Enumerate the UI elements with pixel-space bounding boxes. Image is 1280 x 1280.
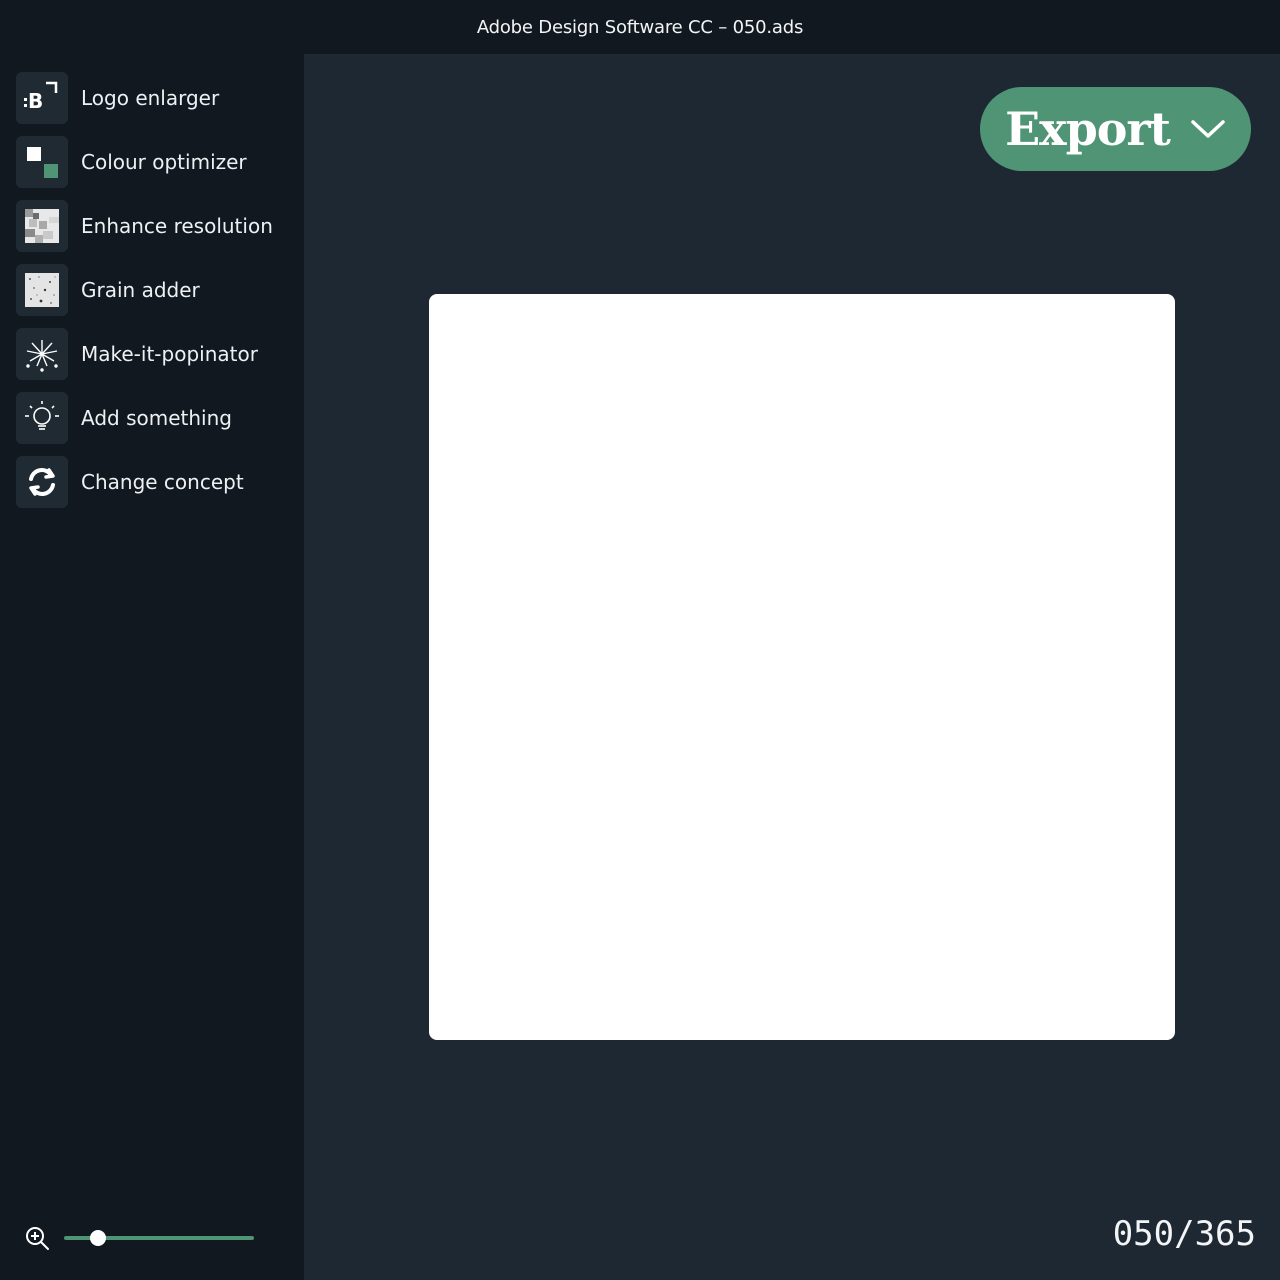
zoom-slider[interactable] (64, 1230, 254, 1246)
zoom-control (24, 1224, 264, 1252)
zoom-in-icon[interactable] (24, 1225, 50, 1251)
tool-sidebar: B Logo enlarger Colour optimizer Enhance… (0, 54, 304, 1280)
tool-label: Logo enlarger (81, 86, 220, 110)
title-bar: Adobe Design Software CC – 050.ads (0, 0, 1280, 54)
logo-enlarge-icon: B (16, 72, 68, 124)
tool-label: Make-it-popinator (81, 342, 258, 366)
pixelated-image-icon (16, 200, 68, 252)
tool-grain-adder[interactable]: Grain adder (16, 264, 296, 316)
tool-logo-enlarger[interactable]: B Logo enlarger (16, 72, 296, 124)
tool-label: Colour optimizer (81, 150, 247, 174)
chevron-down-icon (1190, 118, 1226, 140)
tool-make-it-popinator[interactable]: Make-it-popinator (16, 328, 296, 380)
grain-texture-icon (16, 264, 68, 316)
export-label: Export (1005, 102, 1171, 156)
lightbulb-icon (16, 392, 68, 444)
export-button[interactable]: Export (980, 87, 1251, 171)
tool-colour-optimizer[interactable]: Colour optimizer (16, 136, 296, 188)
colour-squares-icon (16, 136, 68, 188)
svg-text:B: B (28, 89, 43, 113)
tool-add-something[interactable]: Add something (16, 392, 296, 444)
fireworks-icon (16, 328, 68, 380)
tool-change-concept[interactable]: Change concept (16, 456, 296, 508)
day-counter: 050/365 (1112, 1214, 1256, 1254)
tool-label: Grain adder (81, 278, 200, 302)
tool-label: Enhance resolution (81, 214, 273, 238)
tool-enhance-resolution[interactable]: Enhance resolution (16, 200, 296, 252)
window-title: Adobe Design Software CC – 050.ads (476, 16, 804, 38)
artboard-canvas[interactable] (429, 294, 1175, 1040)
tool-label: Add something (81, 406, 232, 430)
refresh-icon (16, 456, 68, 508)
tool-label: Change concept (81, 470, 244, 494)
zoom-slider-handle[interactable] (90, 1230, 107, 1246)
